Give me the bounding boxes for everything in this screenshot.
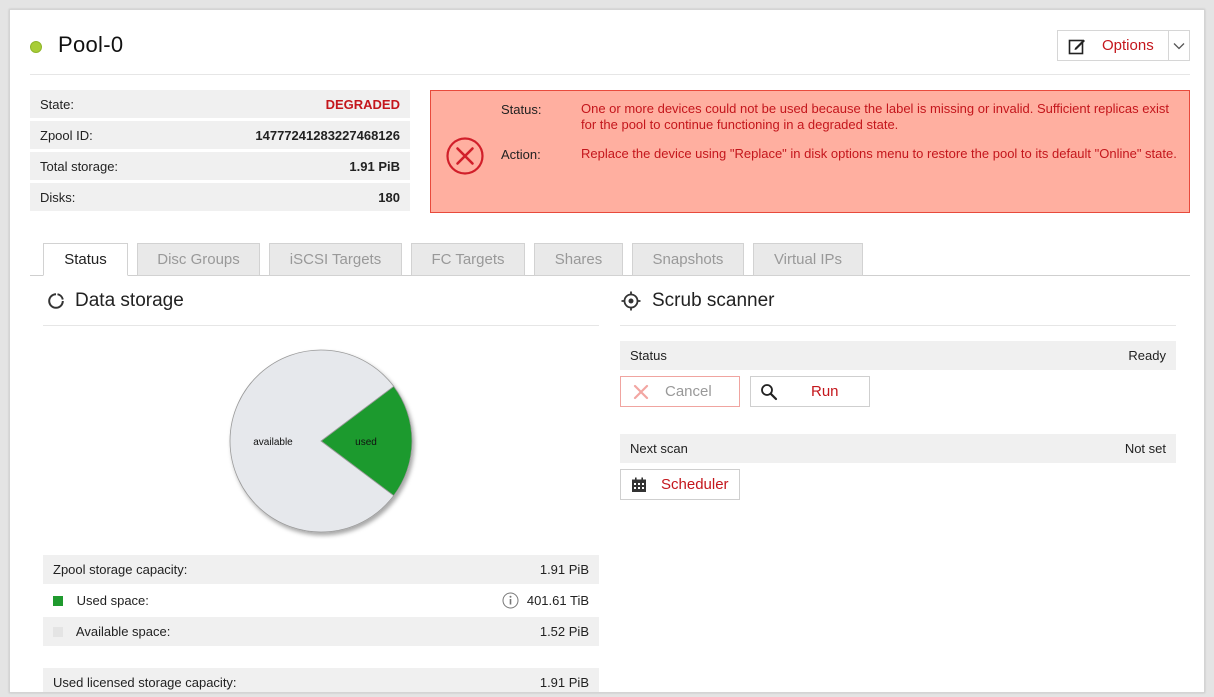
scheduler-label: Scheduler — [661, 476, 729, 493]
next-scan-value: Not set — [1124, 441, 1166, 456]
zpool-id-value: 14777241283227468126 — [255, 127, 400, 143]
run-button[interactable]: Run — [750, 376, 870, 407]
state-value: DEGRADED — [325, 96, 400, 112]
data-storage-title: Data storage — [75, 290, 184, 311]
tab-iscsi-targets[interactable]: iSCSI Targets — [269, 243, 402, 276]
cancel-button[interactable]: Cancel — [620, 376, 740, 407]
calendar-icon — [632, 477, 646, 492]
close-icon — [633, 384, 649, 399]
info-row-total-storage: Total storage: 1.91 PiB — [30, 152, 410, 180]
scrub-status-value: Ready — [1128, 348, 1166, 363]
pie-label-available: available — [253, 437, 293, 448]
info-icon[interactable] — [502, 592, 519, 609]
scrub-scanner-title: Scrub scanner — [652, 290, 775, 311]
available-space-label: Available space: — [75, 624, 171, 639]
available-space-row: Available space: 1.52 PiB — [43, 617, 599, 646]
degraded-alert: Status: One or more devices could not be… — [430, 90, 1190, 213]
tab-shares[interactable]: Shares — [534, 243, 623, 276]
next-scan-label: Next scan — [630, 441, 688, 456]
disks-value: 180 — [378, 189, 400, 205]
tab-disc-groups[interactable]: Disc Groups — [137, 243, 260, 276]
total-storage-value: 1.91 PiB — [349, 158, 400, 174]
tab-virtual-ips[interactable]: Virtual IPs — [753, 243, 863, 276]
options-dropdown-toggle[interactable] — [1169, 30, 1190, 61]
licensed-label: Used licensed storage capacity: — [53, 675, 237, 690]
search-icon — [761, 383, 778, 400]
storage-pie-chart: used available — [229, 349, 413, 533]
scheduler-button[interactable]: Scheduler — [620, 469, 740, 500]
pool-status-dot — [30, 41, 42, 53]
state-label: State: — [40, 96, 74, 112]
scrub-status-row: Status Ready — [620, 341, 1176, 370]
info-row-state: State: DEGRADED — [30, 90, 410, 118]
chevron-down-icon — [1173, 42, 1185, 49]
pool-title: Pool-0 — [58, 32, 124, 57]
available-legend-swatch — [53, 627, 63, 637]
used-space-row: Used space: 401.61 TiB — [43, 586, 599, 615]
info-row-disks: Disks: 180 — [30, 183, 410, 211]
capacity-label: Zpool storage capacity: — [53, 562, 188, 577]
licensed-capacity-row: Used licensed storage capacity: 1.91 PiB — [43, 668, 599, 692]
next-scan-row: Next scan Not set — [620, 434, 1176, 463]
scrub-divider — [620, 325, 1176, 326]
alert-status-label: Status: — [501, 102, 542, 117]
tab-snapshots[interactable]: Snapshots — [632, 243, 744, 276]
tab-fc-targets[interactable]: FC Targets — [411, 243, 525, 276]
capacity-value: 1.91 PiB — [539, 562, 589, 577]
used-legend-swatch — [53, 596, 63, 606]
refresh-circle-icon — [48, 293, 64, 309]
pie-label-used: used — [355, 437, 377, 448]
zpool-capacity-row: Zpool storage capacity: 1.91 PiB — [43, 555, 599, 584]
data-storage-divider — [43, 325, 599, 326]
used-space-value: 401.61 TiB — [526, 593, 589, 608]
disks-label: Disks: — [40, 189, 76, 205]
options-button[interactable]: Options — [1057, 30, 1169, 61]
licensed-value: 1.91 PiB — [539, 675, 589, 690]
info-row-zpool-id: Zpool ID: 14777241283227468126 — [30, 121, 410, 149]
available-space-value: 1.52 PiB — [539, 624, 589, 639]
alert-action-label: Action: — [501, 147, 541, 162]
header-divider — [30, 74, 1190, 75]
cancel-label: Cancel — [665, 383, 712, 400]
options-label: Options — [1102, 37, 1154, 54]
edit-icon — [1068, 39, 1085, 54]
error-circle-icon — [446, 137, 484, 175]
zpool-id-label: Zpool ID: — [40, 127, 93, 143]
alert-status-text: One or more devices could not be used be… — [581, 101, 1169, 132]
pool-panel: Pool-0 Options State: DEGRADED Zpool ID:… — [9, 9, 1205, 693]
scrub-status-label: Status — [630, 348, 667, 363]
run-label: Run — [811, 383, 839, 400]
alert-action-text: Replace the device using "Replace" in di… — [581, 146, 1177, 161]
total-storage-label: Total storage: — [40, 158, 119, 174]
tab-status[interactable]: Status — [43, 243, 128, 276]
target-icon — [621, 291, 641, 311]
used-space-label: Used space: — [76, 593, 149, 608]
